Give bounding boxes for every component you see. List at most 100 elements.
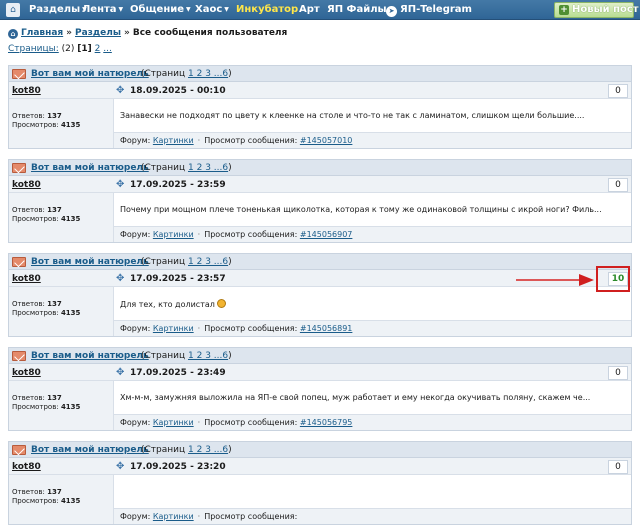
page-link-2[interactable]: 2 [95, 44, 101, 54]
nav-item-incubator[interactable]: Инкубатор [236, 3, 298, 17]
post-footer: Форум: Картинки · Просмотр сообщения: #145… [113, 320, 631, 336]
replies-label: Ответов: [12, 112, 45, 120]
anchor-arrow-icon[interactable]: ✥ [116, 85, 124, 97]
views-label: Просмотров: [12, 121, 59, 129]
breadcrumb-sections-link[interactable]: Разделы [75, 28, 121, 38]
author-link[interactable]: kot80 [12, 273, 41, 285]
nav-label: ЯП-Telegram [400, 4, 472, 15]
post-pages-suffix: ) [228, 351, 232, 361]
rating-badge: 0 [608, 366, 628, 380]
replies-label: Ответов: [12, 394, 45, 402]
post-footer-text: Форум: Картинки · Просмотр сообщения: #145… [120, 323, 352, 334]
view-message-label: Просмотр сообщения: [204, 136, 298, 145]
breadcrumb-home-link[interactable]: Главная [21, 28, 63, 38]
post-date: 18.09.2025 - 00:10 [130, 86, 226, 96]
nav-item-sections[interactable]: Разделы ▼ [29, 3, 87, 17]
nav-item-telegram[interactable]: ➤ ЯП-Telegram [386, 3, 472, 17]
post-title-link[interactable]: Вот вам мой натюрель [31, 350, 149, 362]
smile-emoji-icon [216, 299, 226, 308]
footer-dot: · [197, 136, 201, 145]
forum-link[interactable]: Картинки [153, 418, 194, 427]
post-footer-text: Форум: Картинки · Просмотр сообщения: #145… [120, 135, 352, 146]
forum-label: Форум: [120, 512, 151, 521]
post-text: Хм-м-м, замужняя выложила на ЯП-е свой п… [120, 393, 590, 403]
nav-item-art[interactable]: Арт [299, 3, 320, 17]
footer-dot: · [197, 230, 201, 239]
page-title: Все сообщения пользователя [132, 28, 288, 38]
views-count: 4135 [60, 497, 81, 505]
post-pages: (Страниц 1 2 3 ...6) [141, 68, 232, 80]
post-pages-links[interactable]: 1 2 3 ...6 [188, 257, 228, 267]
post-pages-prefix: (Страниц [141, 163, 186, 173]
author-link[interactable]: kot80 [12, 179, 41, 191]
replies-count: 137 [47, 488, 62, 496]
chevron-down-icon: ▼ [186, 6, 191, 13]
post-pages-suffix: ) [228, 445, 232, 455]
post-header: Вот вам мой натюрель (Страниц 1 2 3 ...6… [9, 442, 631, 458]
envelope-icon [12, 69, 26, 79]
envelope-icon [12, 257, 26, 267]
home-icon[interactable]: ⌂ [6, 3, 20, 17]
nav-item-files[interactable]: ЯП Файлы [327, 3, 387, 17]
forum-link[interactable]: Картинки [153, 230, 194, 239]
post-footer: Форум: Картинки · Просмотр сообщения: [113, 508, 631, 524]
author-link[interactable]: kot80 [12, 367, 41, 379]
post-text: Занавески не подходят по цвету к клеенке… [120, 111, 584, 121]
rating-badge: 0 [608, 178, 628, 192]
post-date: 17.09.2025 - 23:59 [130, 180, 226, 190]
post-pages-prefix: (Страниц [141, 351, 186, 361]
post-title-link[interactable]: Вот вам мой натюрель [31, 162, 149, 174]
top-navigation-bar: ⌂ Разделы ▼ Лента ▼ Общение ▼ Хаос ▼ Инкубат… [0, 0, 640, 20]
post-footer-left [9, 508, 113, 524]
post-pages-links[interactable]: 1 2 3 ...6 [188, 69, 228, 79]
post-pages-links[interactable]: 1 2 3 ...6 [188, 351, 228, 361]
message-id-link[interactable]: #145057010 [300, 136, 353, 145]
pages-label-link[interactable]: Страницы: [8, 44, 59, 54]
forum-link[interactable]: Картинки [153, 512, 194, 521]
post-header: Вот вам мой натюрель (Страниц 1 2 3 ...6… [9, 254, 631, 270]
author-link[interactable]: kot80 [12, 461, 41, 473]
anchor-arrow-icon[interactable]: ✥ [116, 179, 124, 191]
breadcrumb: ⌂ Главная» Разделы» Все сообщения пользоват… [8, 27, 287, 39]
post-date: 17.09.2025 - 23:20 [130, 462, 226, 472]
message-id-link[interactable]: #145056795 [300, 418, 353, 427]
post-title-link[interactable]: Вот вам мой натюрель [31, 256, 149, 268]
nav-item-feed[interactable]: Лента ▼ [82, 3, 123, 17]
message-id-link[interactable]: #145056907 [300, 230, 353, 239]
post-pages-links[interactable]: 1 2 3 ...6 [188, 445, 228, 455]
post-pages-links[interactable]: 1 2 3 ...6 [188, 163, 228, 173]
post-item: Вот вам мой натюрель (Страниц 1 2 3 ...6… [8, 441, 632, 525]
footer-dot: · [197, 418, 201, 427]
forum-link[interactable]: Картинки [153, 324, 194, 333]
page-more-link[interactable]: ... [103, 44, 112, 54]
post-item: Вот вам мой натюрель (Страниц 1 2 3 ...6… [8, 253, 632, 337]
post-author-row: kot80 ✥ 17.09.2025 - 23:49 0 [9, 365, 631, 381]
post-footer: Форум: Картинки · Просмотр сообщения: #145… [113, 414, 631, 430]
anchor-arrow-icon[interactable]: ✥ [116, 461, 124, 473]
post-title-link[interactable]: Вот вам мой натюрель [31, 68, 149, 80]
author-link[interactable]: kot80 [12, 85, 41, 97]
forum-label: Форум: [120, 418, 151, 427]
post-footer: Форум: Картинки · Просмотр сообщения: #145… [113, 226, 631, 242]
post-pages-suffix: ) [228, 257, 232, 267]
post-body: Занавески не подходят по цвету к клеенке… [113, 99, 631, 132]
forum-link[interactable]: Картинки [153, 136, 194, 145]
views-count: 4135 [60, 215, 81, 223]
chevron-down-icon: ▼ [118, 6, 124, 13]
plus-icon: + [559, 5, 569, 15]
post-text: Почему при мощном плече тоненькая щиколо… [120, 205, 602, 215]
message-id-link[interactable]: #145056891 [300, 324, 353, 333]
new-post-button[interactable]: + Новый пост [554, 2, 639, 18]
post-text: Для тех, кто долистал [120, 299, 226, 310]
nav-item-communication[interactable]: Общение ▼ [130, 3, 191, 17]
anchor-arrow-icon[interactable]: ✥ [116, 367, 124, 379]
post-title-link[interactable]: Вот вам мой натюрель [31, 444, 149, 456]
pagination: Страницы: (2) [1] 2 ... [8, 44, 112, 55]
post-text-content: Занавески не подходят по цвету к клеенке… [120, 111, 585, 120]
nav-item-chaos[interactable]: Хаос ▼ [195, 3, 229, 17]
post-stats: Ответов: 137 Просмотров: 4135 [12, 112, 80, 130]
replies-count: 137 [47, 112, 62, 120]
anchor-arrow-icon[interactable]: ✥ [116, 273, 124, 285]
nav-label: Инкубатор [236, 4, 299, 15]
post-pages: (Страниц 1 2 3 ...6) [141, 444, 232, 456]
